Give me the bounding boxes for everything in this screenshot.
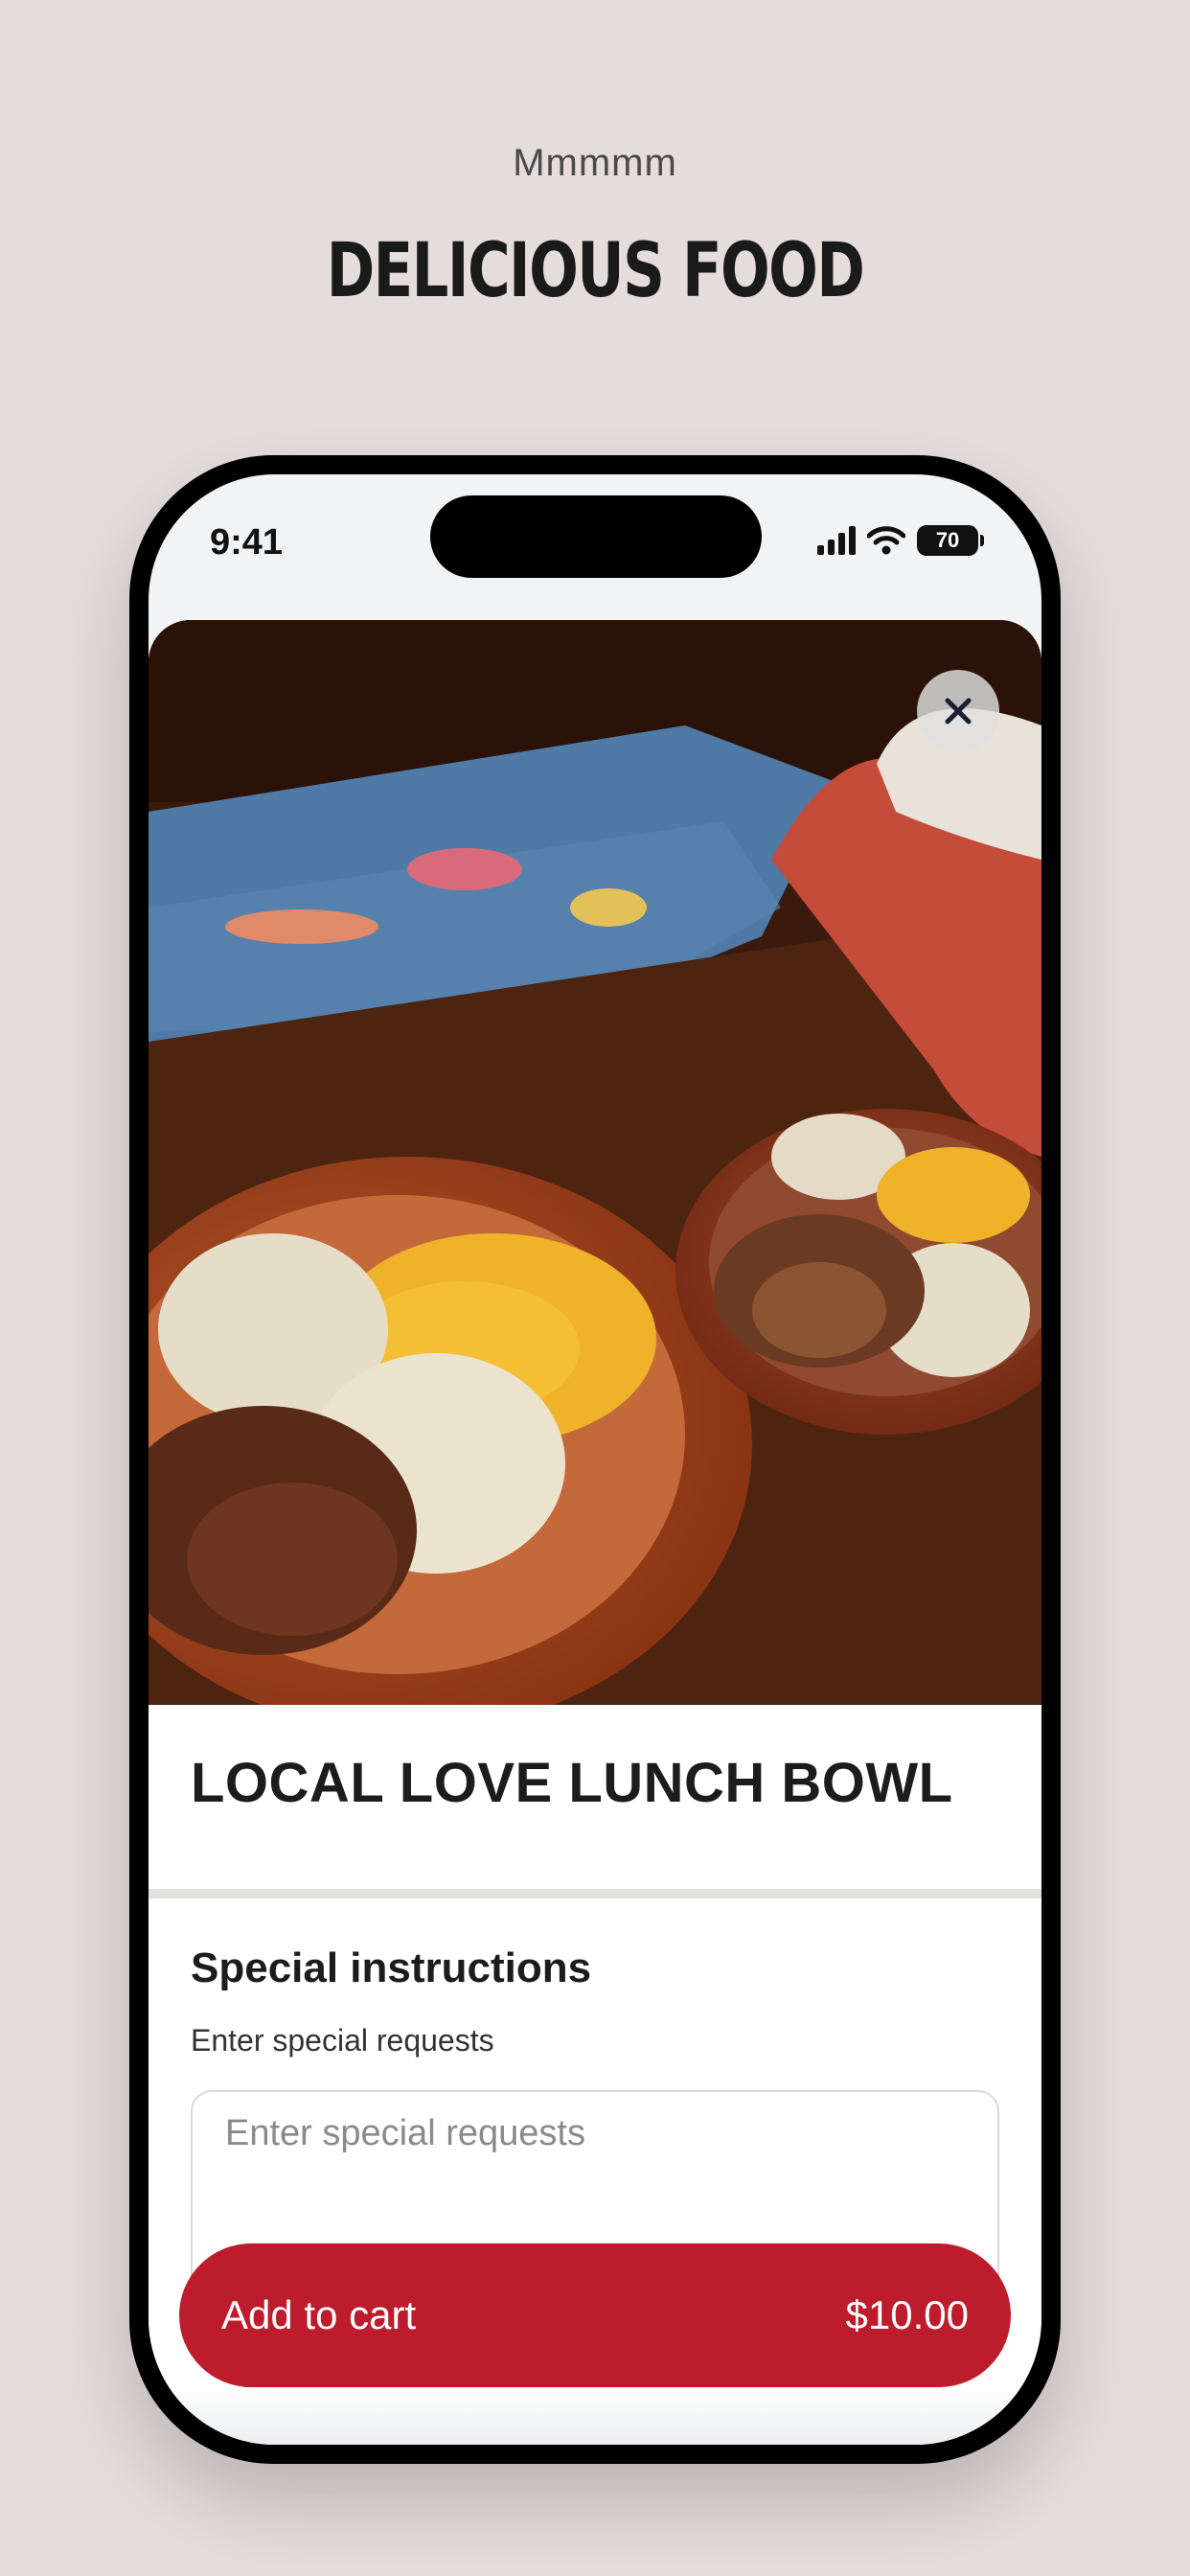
bottom-fade bbox=[149, 2387, 1041, 2445]
close-button[interactable] bbox=[917, 670, 999, 752]
close-icon bbox=[945, 698, 972, 724]
headline: DELICIOUS FOOD bbox=[326, 228, 865, 314]
cart-price: $10.00 bbox=[845, 2292, 969, 2337]
food-photo bbox=[149, 620, 1041, 1705]
eyebrow-text: Mmmmm bbox=[513, 142, 677, 184]
dynamic-island bbox=[430, 495, 762, 578]
signal-icon bbox=[817, 526, 856, 555]
battery-icon: 70 bbox=[917, 525, 984, 556]
section-divider bbox=[149, 1889, 1041, 1898]
phone-screen: 9:41 70 LOCAL LOVE LUNCH BOWL Special in… bbox=[149, 474, 1041, 2445]
special-instructions-title: Special instructions bbox=[191, 1944, 592, 1991]
add-to-cart-button[interactable]: Add to cart $10.00 bbox=[179, 2243, 1011, 2387]
phone-frame: 9:41 70 LOCAL LOVE LUNCH BOWL Special in… bbox=[129, 455, 1061, 2464]
item-title: LOCAL LOVE LUNCH BOWL bbox=[191, 1752, 953, 1814]
status-time: 9:41 bbox=[210, 522, 284, 563]
add-to-cart-label: Add to cart bbox=[221, 2292, 417, 2337]
wifi-icon bbox=[867, 526, 905, 555]
status-icons: 70 bbox=[817, 524, 984, 557]
food-photo-illustration bbox=[149, 620, 1041, 1705]
special-instructions-label: Enter special requests bbox=[191, 2023, 494, 2058]
item-detail-card: LOCAL LOVE LUNCH BOWL Special instructio… bbox=[149, 620, 1041, 2445]
